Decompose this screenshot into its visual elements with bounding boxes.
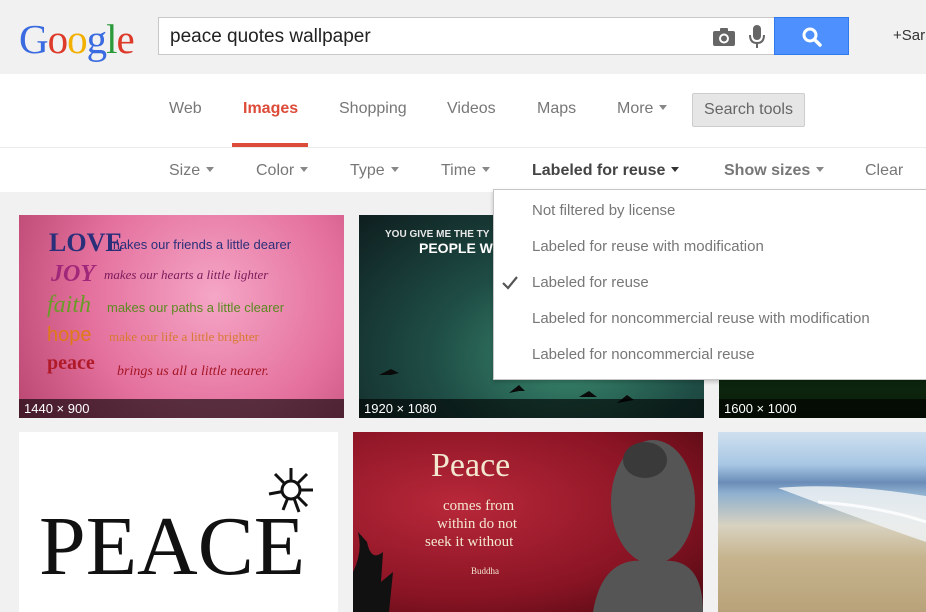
chevron-down-icon <box>659 105 668 111</box>
top-bar: Google +Sar <box>0 0 926 74</box>
image-result[interactable]: LOVE makes our friends a little dearer J… <box>19 215 344 418</box>
size-filter[interactable]: Size <box>169 162 215 180</box>
show-sizes-filter[interactable]: Show sizes <box>724 162 825 180</box>
chevron-down-icon <box>300 167 309 173</box>
logo-letter: o <box>47 16 68 62</box>
quote-text: YOU GIVE ME THE TY <box>385 229 490 240</box>
chevron-down-icon <box>816 167 825 173</box>
tab-more-label: More <box>617 100 654 117</box>
quote-small-text: make our life a little brighter <box>109 329 259 344</box>
chevron-down-icon <box>481 167 490 173</box>
checkmark-icon <box>502 276 518 290</box>
license-filter-label: Labeled for reuse <box>532 162 666 179</box>
quote-small-text: makes our friends a little dearer <box>109 237 292 252</box>
menu-item-label: Labeled for reuse <box>532 274 649 291</box>
type-filter[interactable]: Type <box>350 162 399 180</box>
image-dimensions: 1920 × 1080 <box>359 399 704 418</box>
chevron-down-icon <box>390 167 399 173</box>
tab-videos[interactable]: Videos <box>447 100 496 118</box>
magnifier-icon <box>802 27 822 47</box>
logo-letter: l <box>106 16 117 62</box>
search-type-nav: Web Images Shopping Videos Maps More Sea… <box>0 74 926 148</box>
menu-item-noncommercial-with-modification[interactable]: Labeled for noncommercial reuse with mod… <box>494 301 926 337</box>
chevron-down-icon <box>206 167 215 173</box>
quote-line: within do not <box>437 516 518 532</box>
size-filter-label: Size <box>169 162 201 179</box>
quote-big-word: hope <box>47 324 92 346</box>
clear-filters-link[interactable]: Clear <box>865 162 903 180</box>
peace-word-image: PEACE <box>39 468 313 593</box>
image-result[interactable]: Peace comes from within do not seek it w… <box>353 432 703 612</box>
love-joy-quote-image: LOVE makes our friends a little dearer J… <box>47 228 292 379</box>
quote-author: Buddha <box>471 566 499 576</box>
quote-small-text: brings us all a little nearer. <box>117 364 269 379</box>
image-result[interactable] <box>718 432 926 612</box>
image-dimensions: 1440 × 900 <box>19 399 344 418</box>
quote-line: comes from <box>443 498 515 514</box>
menu-item-reuse[interactable]: Labeled for reuse <box>494 265 926 301</box>
logo-letter: o <box>67 16 87 62</box>
active-tab-indicator <box>232 143 308 147</box>
buddha-quote-image: Peace comes from within do not seek it w… <box>353 440 703 612</box>
search-input[interactable] <box>170 24 690 50</box>
menu-item-noncommercial[interactable]: Labeled for noncommercial reuse <box>494 337 926 373</box>
filter-toolbar: Size Color Type Time Labeled for reuse S… <box>0 149 926 192</box>
search-button[interactable] <box>774 17 849 55</box>
quote-small-text: makes our hearts a little lighter <box>104 267 269 282</box>
menu-item-reuse-with-modification[interactable]: Labeled for reuse with modification <box>494 229 926 265</box>
logo-letter: G <box>19 16 49 62</box>
beach-image <box>778 486 926 542</box>
license-filter[interactable]: Labeled for reuse <box>532 162 680 180</box>
logo-letter: e <box>116 16 135 62</box>
type-filter-label: Type <box>350 162 385 179</box>
quote-big-word: JOY <box>50 261 97 287</box>
time-filter-label: Time <box>441 162 476 179</box>
tab-more[interactable]: More <box>617 100 668 118</box>
color-filter-label: Color <box>256 162 295 179</box>
tab-images[interactable]: Images <box>243 100 298 118</box>
image-dimensions: 1600 × 1000 <box>719 399 926 418</box>
camera-icon[interactable] <box>712 27 736 47</box>
color-filter[interactable]: Color <box>256 162 309 180</box>
quote-line: seek it without <box>425 534 514 550</box>
tab-shopping[interactable]: Shopping <box>339 100 407 118</box>
quote-title: Peace <box>431 447 510 484</box>
quote-small-text: makes our paths a little clearer <box>107 300 285 315</box>
time-filter[interactable]: Time <box>441 162 490 180</box>
user-profile-link[interactable]: +Sar <box>893 27 925 44</box>
search-tools-button[interactable]: Search tools <box>692 93 805 127</box>
search-box <box>158 17 774 55</box>
image-result[interactable]: PEACE <box>19 432 338 612</box>
show-sizes-label: Show sizes <box>724 162 811 179</box>
quote-big-word: faith <box>47 292 91 318</box>
peace-word: PEACE <box>39 500 305 593</box>
mic-icon[interactable] <box>748 24 766 50</box>
tab-maps[interactable]: Maps <box>537 100 576 118</box>
google-logo[interactable]: Google <box>19 16 135 62</box>
menu-item-not-filtered[interactable]: Not filtered by license <box>494 193 926 229</box>
quote-big-word: peace <box>47 352 95 374</box>
license-dropdown-menu: Not filtered by license Labeled for reus… <box>493 189 926 380</box>
quote-text: PEOPLE W <box>419 240 494 256</box>
tab-web[interactable]: Web <box>169 100 202 118</box>
logo-letter: g <box>86 16 107 62</box>
chevron-down-icon <box>671 167 680 173</box>
